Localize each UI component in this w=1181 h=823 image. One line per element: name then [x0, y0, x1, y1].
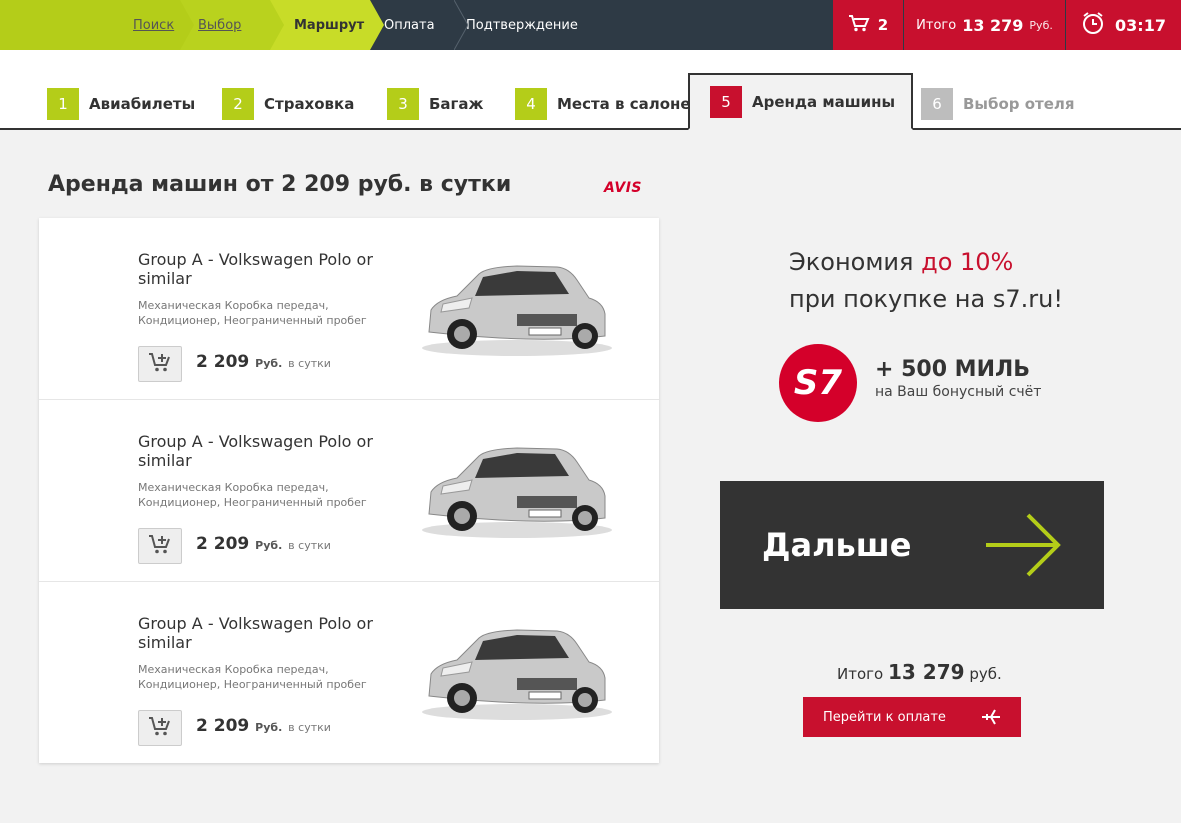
tab-number: 6: [921, 88, 953, 120]
car-description: Механическая Коробка передач, Кондиционе…: [138, 663, 367, 691]
tab-seats[interactable]: 4 Места в салоне: [515, 88, 691, 120]
car-description: Механическая Коробка передач, Кондиционе…: [138, 299, 367, 327]
next-button[interactable]: Дальше: [720, 481, 1104, 609]
tab-number: 1: [47, 88, 79, 120]
breadcrumb-confirm-label: Подтверждение: [466, 17, 578, 33]
promo-text: Экономия: [789, 248, 922, 276]
tab-label: Страховка: [264, 95, 355, 113]
car-title: Group A - Volkswagen Polo or similar: [138, 250, 373, 288]
avis-logo: AVIS: [604, 180, 643, 196]
breadcrumb-search-link[interactable]: Поиск: [133, 18, 174, 33]
breadcrumb-route-label: Маршрут: [294, 17, 365, 33]
cart-icon: [848, 14, 870, 36]
breadcrumb-choice-link[interactable]: Выбор: [198, 18, 241, 33]
price-value: 2 209: [196, 716, 250, 736]
timer-value: 03:17: [1115, 15, 1166, 35]
price-currency: Руб.: [255, 539, 283, 552]
tab-label: Места в салоне: [557, 95, 691, 113]
miles-bonus: + 500 МИЛЬ: [875, 357, 1031, 382]
car-price: 2 209 Руб. в сутки: [196, 716, 331, 736]
add-cart-icon: [148, 533, 172, 559]
breadcrumb: Поиск Выбор Маршрут Оплата Подтверждение: [0, 0, 614, 50]
s7-logo: S7: [779, 344, 857, 422]
price-period: в сутки: [288, 357, 331, 370]
car-title: Group A - Volkswagen Polo or similar: [138, 614, 373, 652]
breadcrumb-route: Маршрут: [270, 0, 384, 50]
breadcrumb-confirm: Подтверждение: [454, 0, 614, 50]
promo-line-2: при покупке на s7.ru!: [789, 285, 1063, 313]
car-title: Group A - Volkswagen Polo or similar: [138, 432, 373, 470]
arrow-right-icon: [984, 511, 1064, 587]
order-total-currency: руб.: [969, 665, 1002, 683]
order-total-amount: 13 279: [887, 660, 965, 684]
add-cart-icon: [148, 715, 172, 741]
price-value: 2 209: [196, 352, 250, 372]
tab-label: Аренда машины: [752, 92, 896, 111]
price-currency: Руб.: [255, 357, 283, 370]
airplane-icon: [981, 707, 1001, 731]
tab-label: Авиабилеты: [89, 95, 196, 113]
car-offer: Group A - Volkswagen Polo or similar Мех…: [39, 400, 659, 582]
order-total-label: Итого: [837, 665, 884, 683]
car-description: Механическая Коробка передач, Кондиционе…: [138, 481, 367, 509]
page-title: Аренда машин от 2 209 руб. в сутки: [48, 172, 512, 197]
price-period: в сутки: [288, 721, 331, 734]
add-to-cart-button[interactable]: [138, 528, 182, 564]
header-total-currency: Руб.: [1029, 18, 1053, 32]
tab-baggage[interactable]: 3 Багаж: [387, 88, 483, 120]
car-offer: Group A - Volkswagen Polo or similar Мех…: [39, 218, 659, 400]
tab-insurance[interactable]: 2 Страховка: [222, 88, 354, 120]
tab-flights[interactable]: 1 Авиабилеты: [47, 88, 195, 120]
car-image: [417, 434, 612, 544]
tab-number: 2: [222, 88, 254, 120]
header-total: Итого 13 279 Руб.: [904, 0, 1065, 50]
top-bar: Поиск Выбор Маршрут Оплата Подтверждение…: [0, 0, 1181, 50]
cart-button[interactable]: 2: [833, 0, 903, 50]
tab-number: 4: [515, 88, 547, 120]
miles-subtitle: на Ваш бонусный счёт: [875, 384, 1042, 400]
go-to-payment-button[interactable]: Перейти к оплате: [803, 697, 1021, 737]
promo-highlight: до 10%: [921, 248, 1014, 276]
car-offer: Group A - Volkswagen Polo or similar Мех…: [39, 582, 659, 764]
tab-hotel[interactable]: 6 Выбор отеля: [921, 88, 1075, 120]
alarm-clock-icon: [1081, 11, 1105, 39]
step-tabs: 1 Авиабилеты 2 Страховка 3 Багаж 4 Места…: [0, 50, 1181, 130]
cart-count: 2: [877, 16, 889, 34]
tab-car-rental[interactable]: 5 Аренда машины: [688, 73, 914, 130]
price-currency: Руб.: [255, 721, 283, 734]
breadcrumb-payment-label: Оплата: [384, 17, 435, 33]
next-button-label: Дальше: [762, 526, 912, 564]
order-total: Итого 13 279 руб.: [837, 660, 1002, 684]
car-price: 2 209 Руб. в сутки: [196, 534, 331, 554]
car-image: [417, 252, 612, 362]
header-total-amount: 13 279: [962, 15, 1024, 35]
pay-button-label: Перейти к оплате: [823, 709, 946, 725]
car-image: [417, 616, 612, 726]
header-total-label: Итого: [916, 17, 957, 33]
car-price: 2 209 Руб. в сутки: [196, 352, 331, 372]
tab-label: Выбор отеля: [963, 95, 1075, 113]
price-period: в сутки: [288, 539, 331, 552]
session-timer: 03:17: [1066, 0, 1181, 50]
tab-number: 5: [710, 85, 742, 118]
breadcrumb-search[interactable]: Поиск: [0, 0, 194, 50]
tab-number: 3: [387, 88, 419, 120]
tab-label: Багаж: [429, 95, 484, 113]
price-value: 2 209: [196, 534, 250, 554]
promo-line-1: Экономия до 10%: [789, 248, 1013, 276]
add-to-cart-button[interactable]: [138, 346, 182, 382]
car-list: Group A - Volkswagen Polo or similar Мех…: [39, 218, 659, 763]
add-to-cart-button[interactable]: [138, 710, 182, 746]
add-cart-icon: [148, 351, 172, 377]
